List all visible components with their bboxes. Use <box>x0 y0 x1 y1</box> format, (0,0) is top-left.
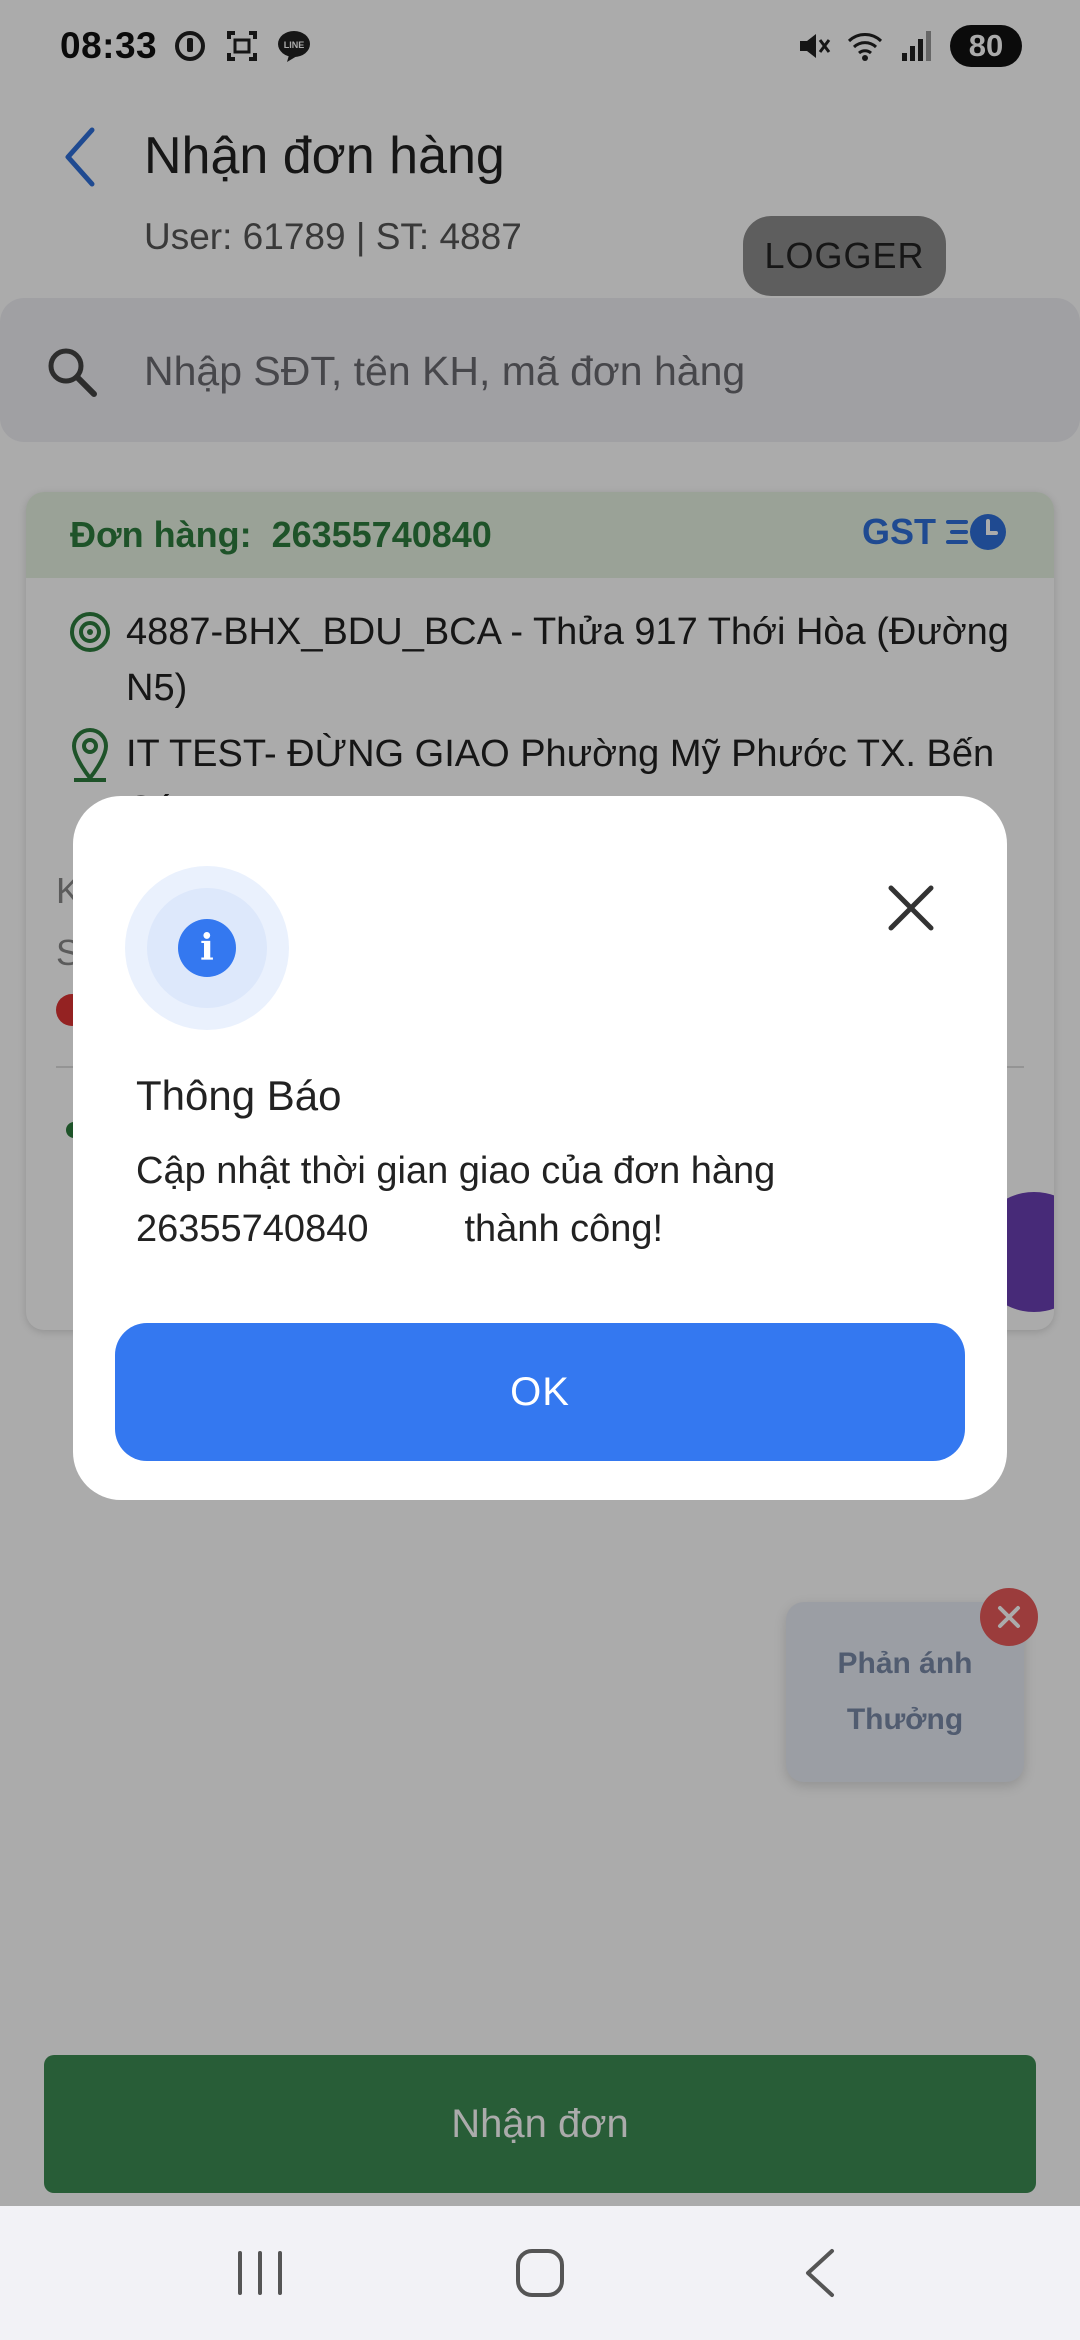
recent-apps-icon <box>238 2251 282 2295</box>
system-nav-bar <box>0 2206 1080 2340</box>
info-icon: i <box>178 919 236 977</box>
dialog-message-suffix: thành công! <box>464 1208 664 1250</box>
close-icon[interactable] <box>881 878 941 938</box>
dialog-message-line-1: Cập nhật thời gian giao của đơn hàng <box>136 1150 776 1192</box>
system-back-button[interactable] <box>775 2228 865 2318</box>
ok-button[interactable]: OK <box>115 1323 965 1461</box>
dialog-title: Thông Báo <box>136 1072 342 1119</box>
dialog-message: Cập nhật thời gian giao của đơn hàng 263… <box>136 1142 956 1258</box>
info-icon-ring: i <box>147 888 267 1008</box>
system-back-icon <box>806 2249 834 2297</box>
home-button[interactable] <box>495 2228 585 2318</box>
info-icon-halo: i <box>125 866 289 1030</box>
dialog-order-number: 26355740840 <box>136 1208 369 1250</box>
recent-apps-button[interactable] <box>215 2228 305 2318</box>
notification-dialog: i Thông Báo Cập nhật thời gian giao của … <box>73 796 1007 1500</box>
home-icon <box>516 2249 564 2297</box>
dialog-message-line-2: 26355740840 thành công! <box>136 1200 956 1258</box>
